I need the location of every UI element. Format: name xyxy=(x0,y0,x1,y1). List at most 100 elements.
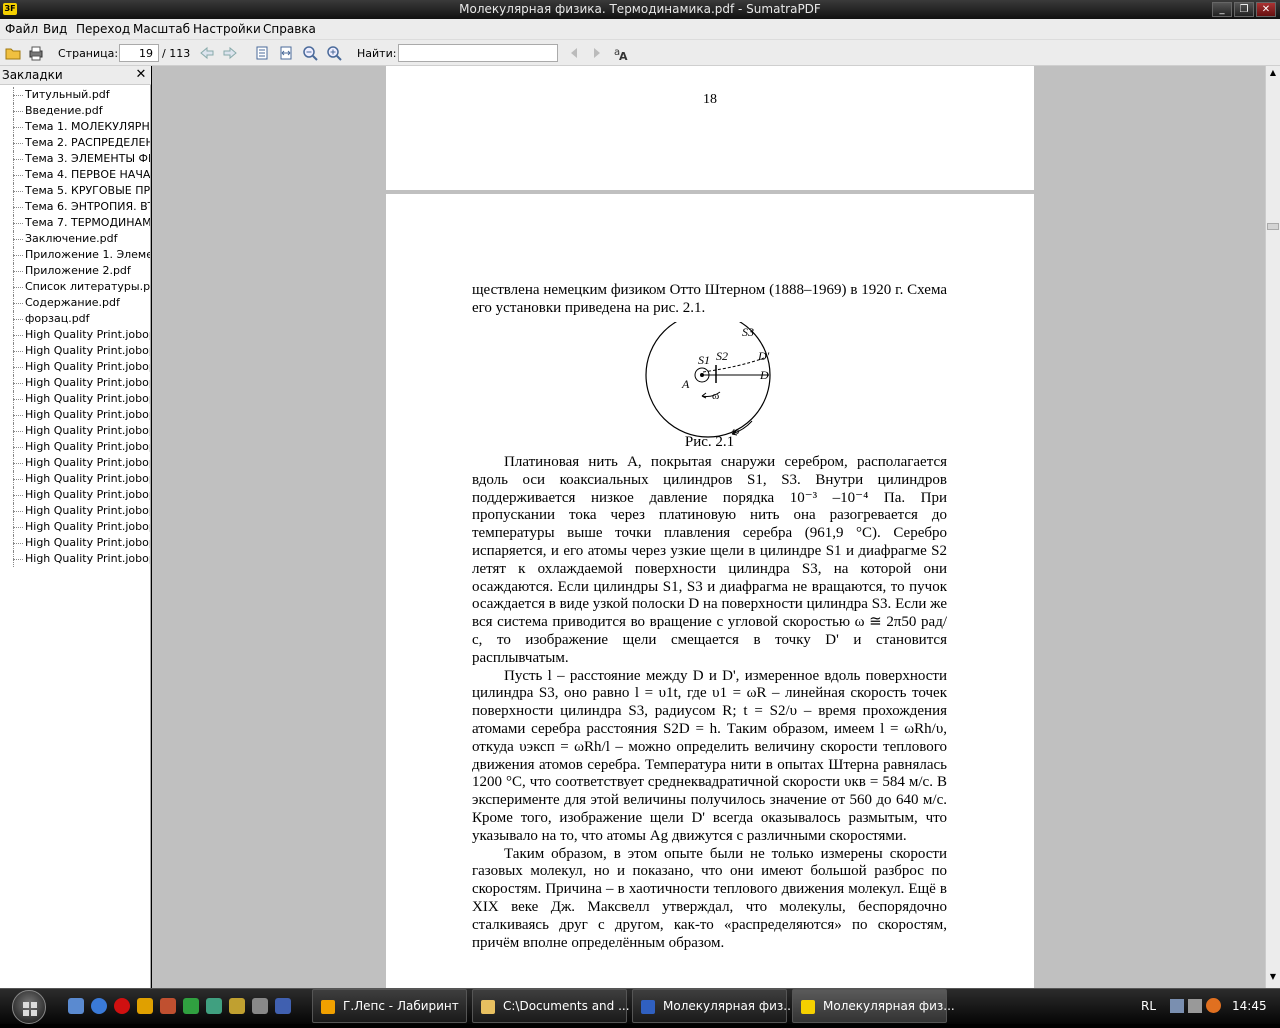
windows-logo-icon xyxy=(23,1002,37,1016)
print-icon[interactable] xyxy=(27,44,45,62)
bookmark-list: Титульный.pdf Введение.pdf Тема 1. МОЛЕКУЛ… xyxy=(0,87,150,587)
bookmark-item[interactable]: Тема 3. ЭЛЕМЕНТЫ ФИЗИ xyxy=(0,151,150,167)
bookmark-item[interactable]: Тема 2. РАСПРЕДЕЛЕНИ xyxy=(0,135,150,151)
tray-app-icon[interactable] xyxy=(1206,998,1221,1013)
label-s1: S1 xyxy=(698,353,710,367)
task-word-document[interactable]: Молекулярная физ... xyxy=(632,989,795,1023)
paragraph-4: Таким образом, в этом опыте были не толь… xyxy=(472,845,947,951)
prev-page-icon[interactable] xyxy=(198,44,216,62)
match-case-icon[interactable]: aA xyxy=(612,44,630,63)
bookmark-item[interactable]: Заключение.pdf xyxy=(0,231,150,247)
find-input[interactable] xyxy=(398,44,558,62)
page-total: / 113 xyxy=(162,47,191,60)
bookmark-item[interactable]: High Quality Print.jobop xyxy=(0,359,150,375)
bookmark-item[interactable]: High Quality Print.jobop xyxy=(0,375,150,391)
menu-bar: Файл Вид Переход Масштаб Настройки Справ… xyxy=(0,19,1280,40)
find-prev-icon[interactable] xyxy=(565,44,583,62)
bookmarks-title: Закладки xyxy=(2,68,63,82)
page-number-input[interactable]: 19 xyxy=(119,44,159,62)
aimp-icon[interactable] xyxy=(137,998,153,1014)
zoom-out-icon[interactable] xyxy=(301,44,319,62)
task-sumatrapdf[interactable]: Молекулярная физ... xyxy=(792,989,955,1023)
app-icon-2[interactable] xyxy=(183,998,199,1014)
bookmark-item[interactable]: Тема 5. КРУГОВЫЕ ПРО xyxy=(0,183,150,199)
open-folder-icon[interactable] xyxy=(4,44,22,62)
aimp-icon xyxy=(321,1000,335,1014)
folder-icon xyxy=(481,1000,495,1014)
menu-go[interactable]: Переход xyxy=(76,22,130,36)
bookmark-item[interactable]: High Quality Print.jobop xyxy=(0,519,150,535)
opera-icon[interactable] xyxy=(114,998,130,1014)
bookmark-item[interactable]: Тема 7. ТЕРМОДИНАМИ xyxy=(0,215,150,231)
menu-view[interactable]: Вид xyxy=(43,22,67,36)
app-icon-5[interactable] xyxy=(252,998,268,1014)
network-icon[interactable] xyxy=(1170,999,1184,1013)
bookmark-item[interactable]: форзац.pdf xyxy=(0,311,150,327)
find-next-icon[interactable] xyxy=(588,44,606,62)
paragraph-2: Платиновая нить A, покрытая снаружи сере… xyxy=(472,454,947,666)
language-indicator[interactable]: RL xyxy=(1141,999,1156,1013)
menu-settings[interactable]: Настройки xyxy=(193,22,261,36)
task-label: Молекулярная физ... xyxy=(823,999,955,1013)
show-desktop-icon[interactable] xyxy=(68,998,84,1014)
previous-page: 18 xyxy=(386,66,1034,190)
bookmark-item[interactable]: High Quality Print.jobop xyxy=(0,423,150,439)
menu-help[interactable]: Справка xyxy=(263,22,316,36)
bookmark-item[interactable]: Содержание.pdf xyxy=(0,295,150,311)
bookmark-item[interactable]: High Quality Print.jobop xyxy=(0,487,150,503)
bookmark-item[interactable]: Список литературы.pdf xyxy=(0,279,150,295)
task-label: C:\Documents and ... xyxy=(503,999,630,1013)
scroll-thumb[interactable] xyxy=(1267,223,1279,230)
zoom-in-icon[interactable] xyxy=(325,44,343,62)
close-sidebar-icon[interactable]: ✕ xyxy=(134,68,148,82)
bookmark-item[interactable]: Приложение 2.pdf xyxy=(0,263,150,279)
app-icon-4[interactable] xyxy=(229,998,245,1014)
next-page-icon[interactable] xyxy=(221,44,239,62)
clock[interactable]: 14:45 xyxy=(1232,999,1267,1013)
word-icon xyxy=(641,1000,655,1014)
document-viewer[interactable]: 18 ществлена немецким физиком Отто Штерн… xyxy=(152,66,1265,988)
bookmark-item[interactable]: High Quality Print.jobop xyxy=(0,343,150,359)
label-omega-inner: ω xyxy=(712,390,719,402)
scroll-down-icon[interactable]: ▼ xyxy=(1268,972,1278,984)
app-icon-3[interactable] xyxy=(206,998,222,1014)
bookmark-item[interactable]: High Quality Print.jobop xyxy=(0,439,150,455)
bookmark-item[interactable]: Титульный.pdf xyxy=(0,87,150,103)
task-explorer[interactable]: C:\Documents and ... xyxy=(472,989,630,1023)
bookmark-item[interactable]: Введение.pdf xyxy=(0,103,150,119)
bookmark-item[interactable]: High Quality Print.jobop xyxy=(0,455,150,471)
start-button[interactable] xyxy=(12,990,46,1024)
bookmark-item[interactable]: High Quality Print.jobop xyxy=(0,551,150,567)
page-number: 18 xyxy=(703,92,717,107)
bookmark-item[interactable]: High Quality Print.jobop xyxy=(0,327,150,343)
menu-file[interactable]: Файл xyxy=(5,22,38,36)
label-d: D xyxy=(759,368,769,382)
bookmark-item[interactable]: Тема 6. ЭНТРОПИЯ. ВТО xyxy=(0,199,150,215)
internet-explorer-icon[interactable] xyxy=(91,998,107,1014)
bookmark-item[interactable]: High Quality Print.jobop xyxy=(0,471,150,487)
vertical-scrollbar[interactable]: ▲ ▼ xyxy=(1265,66,1280,988)
fit-width-icon[interactable] xyxy=(277,44,295,62)
task-label: Г.Лепс - Лабиринт xyxy=(343,999,459,1013)
volume-icon[interactable] xyxy=(1188,999,1202,1013)
maximize-button[interactable]: ❐ xyxy=(1234,2,1254,17)
close-button[interactable]: ✕ xyxy=(1256,2,1276,17)
scroll-up-icon[interactable]: ▲ xyxy=(1268,68,1278,80)
task-music-player[interactable]: Г.Лепс - Лабиринт xyxy=(312,989,467,1023)
bookmark-item[interactable]: High Quality Print.jobop xyxy=(0,391,150,407)
minimize-button[interactable]: _ xyxy=(1212,2,1232,17)
paragraph-1: ществлена немецким физиком Отто Штерном … xyxy=(472,282,947,316)
bookmark-item[interactable]: High Quality Print.jobop xyxy=(0,535,150,551)
bookmark-item[interactable]: High Quality Print.jobop xyxy=(0,503,150,519)
app-icon-1[interactable] xyxy=(160,998,176,1014)
app-icon-6[interactable] xyxy=(275,998,291,1014)
taskbar: Г.Лепс - Лабиринт C:\Documents and ... М… xyxy=(0,988,1280,1024)
bookmark-item[interactable]: Тема 4. ПЕРВОЕ НАЧАЛО xyxy=(0,167,150,183)
bookmark-item[interactable]: Приложение 1. Элемен xyxy=(0,247,150,263)
bookmark-item[interactable]: Тема 1. МОЛЕКУЛЯРНО- xyxy=(0,119,150,135)
fit-page-icon[interactable] xyxy=(253,44,271,62)
task-label: Молекулярная физ... xyxy=(663,999,795,1013)
bookmark-item[interactable]: High Quality Print.jobop xyxy=(0,407,150,423)
bookmarks-sidebar: Закладки ✕ Титульный.pdf Введение.pdf Тема… xyxy=(0,66,151,988)
menu-zoom[interactable]: Масштаб xyxy=(133,22,190,36)
